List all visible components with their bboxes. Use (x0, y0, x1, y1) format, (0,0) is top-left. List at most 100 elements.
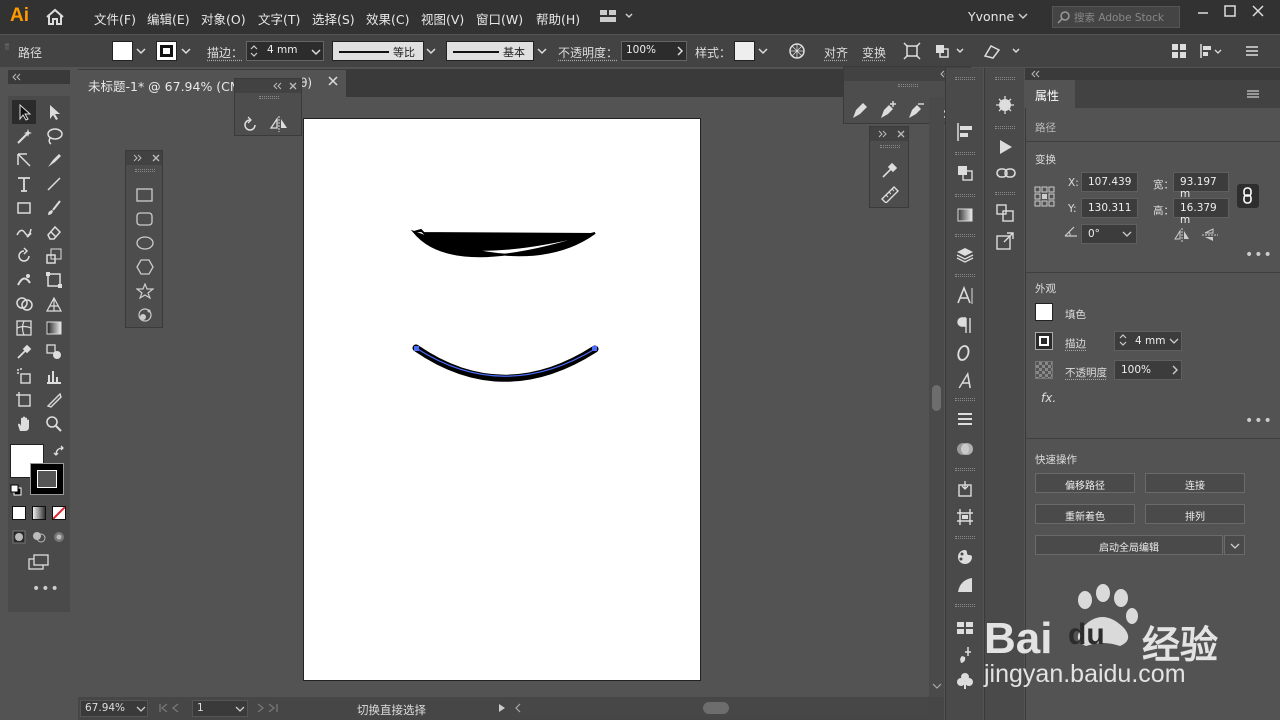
star-tool-icon[interactable] (136, 283, 154, 299)
constrain-proportions-icon[interactable] (1237, 184, 1259, 208)
maximize-icon[interactable] (1220, 2, 1240, 22)
chevron-down-icon[interactable] (136, 46, 146, 56)
character-icon[interactable] (956, 286, 974, 306)
flip-horizontal-icon[interactable] (1174, 228, 1190, 242)
join-button[interactable]: 连接 (1145, 473, 1245, 493)
shaper-tool-icon[interactable] (12, 220, 36, 244)
more-options-icon[interactable]: ••• (1245, 247, 1273, 263)
blend-tool-icon[interactable] (42, 340, 66, 364)
curvature-tool-icon[interactable] (42, 148, 66, 172)
anchor-point[interactable] (414, 346, 419, 351)
opacity-label[interactable]: 不透明度 (1065, 365, 1107, 380)
opacity-field[interactable]: 100% (1114, 360, 1182, 380)
pathfinder-icon[interactable] (956, 164, 974, 182)
arrange-icon[interactable] (933, 42, 967, 60)
artboards-panel-icon[interactable] (956, 508, 974, 526)
recolor-artwork-icon[interactable] (788, 42, 806, 60)
rotate-tool-icon[interactable] (12, 244, 36, 268)
transform-panel-icon[interactable] (996, 204, 1014, 222)
draw-inside-icon[interactable] (52, 530, 66, 544)
opentype-icon[interactable] (956, 344, 974, 362)
actions-play-icon[interactable] (996, 138, 1014, 156)
menu-type[interactable]: 文字(T) (258, 9, 300, 28)
panel-menu-icon[interactable] (1244, 42, 1260, 60)
x-field[interactable]: 107.439 (1081, 172, 1138, 192)
pen-tool-icon[interactable] (850, 101, 870, 119)
stroke-weight-field[interactable]: 4 mm (246, 41, 324, 61)
rotate-icon[interactable] (241, 115, 259, 133)
variable-width-profile[interactable]: 等比 (332, 41, 424, 61)
status-menu-arrow-icon[interactable] (497, 703, 507, 713)
angle-field[interactable]: 0° (1081, 224, 1137, 244)
column-graph-tool-icon[interactable] (42, 364, 66, 388)
rounded-rectangle-tool-icon[interactable] (136, 211, 154, 227)
paintbrush-tool-icon[interactable] (42, 196, 66, 220)
close-icon[interactable] (1248, 2, 1268, 22)
menu-file[interactable]: 文件(F) (94, 9, 136, 28)
scale-tool-icon[interactable] (42, 244, 66, 268)
brush-definition[interactable]: 基本 (446, 41, 534, 61)
tab-properties[interactable]: 属性 (1025, 80, 1075, 108)
first-artboard-icon[interactable] (158, 703, 188, 713)
vertical-scrollbar[interactable] (929, 97, 944, 697)
delete-anchor-point-icon[interactable] (906, 101, 926, 119)
workspace-switcher-icon[interactable] (598, 7, 638, 25)
arrange-button[interactable]: 排列 (1145, 504, 1245, 524)
flip-vertical-icon[interactable] (1202, 228, 1218, 242)
opacity-label[interactable]: 不透明度： (558, 44, 618, 61)
color-guide-icon[interactable] (956, 548, 974, 566)
menu-object[interactable]: 对象(O) (201, 9, 246, 28)
glyphs-icon[interactable] (956, 372, 974, 390)
menu-view[interactable]: 视图(V) (421, 9, 464, 28)
lasso-tool-icon[interactable] (42, 124, 66, 148)
anchor-point[interactable] (592, 346, 597, 351)
align-link[interactable]: 对齐 (824, 44, 848, 61)
draw-behind-icon[interactable] (32, 530, 46, 544)
zoom-field[interactable]: 67.94% (80, 700, 148, 717)
magic-wand-tool-icon[interactable] (12, 124, 36, 148)
perspective-grid-tool-icon[interactable] (42, 292, 66, 316)
toolbar-header[interactable] (8, 70, 70, 84)
envelope-distort-icon[interactable] (983, 42, 1023, 60)
chevron-down-icon[interactable] (426, 46, 436, 56)
menu-effect[interactable]: 效果(C) (366, 9, 409, 28)
add-anchor-point-icon[interactable] (878, 101, 898, 119)
links-icon[interactable] (996, 166, 1016, 180)
symbol-sprayer-tool-icon[interactable] (12, 364, 36, 388)
rectangle-tool-icon[interactable] (12, 196, 36, 220)
transparency-icon[interactable] (956, 440, 974, 458)
distribute-icon[interactable] (1198, 42, 1222, 60)
hand-tool-icon[interactable] (12, 412, 36, 436)
selection-tool-icon[interactable] (12, 100, 36, 124)
appearance-icon[interactable] (996, 96, 1014, 114)
chevron-down-icon[interactable] (1018, 11, 1028, 21)
rectangle-tool-icon[interactable] (136, 187, 154, 203)
menu-window[interactable]: 窗口(W) (476, 9, 523, 28)
line-tool-icon[interactable] (42, 172, 66, 196)
eraser-tool-icon[interactable] (42, 220, 66, 244)
width-field[interactable]: 93.197 m (1173, 172, 1229, 200)
mesh-tool-icon[interactable] (12, 316, 36, 340)
recolor-button[interactable]: 重新着色 (1035, 504, 1135, 524)
y-field[interactable]: 130.311 (1081, 198, 1138, 218)
flare-tool-icon[interactable] (136, 307, 154, 323)
height-field[interactable]: 16.379 m (1173, 198, 1229, 226)
color-mode-icon[interactable] (12, 506, 26, 520)
eyedropper-tool-icon[interactable] (880, 161, 900, 179)
brushes-icon[interactable] (956, 646, 974, 664)
color-panel-icon[interactable] (956, 576, 974, 594)
layers-icon[interactable] (956, 246, 974, 264)
none-mode-icon[interactable] (52, 506, 66, 520)
measure-tool-icon[interactable] (880, 185, 900, 203)
swatches-icon[interactable] (956, 620, 974, 636)
polygon-tool-icon[interactable] (136, 259, 154, 275)
default-colors-icon[interactable] (10, 484, 22, 496)
control-bar-grip[interactable] (5, 43, 9, 50)
chevron-down-icon[interactable] (758, 46, 768, 56)
menu-help[interactable]: 帮助(H) (536, 9, 580, 28)
stroke-label[interactable]: 描边： (207, 44, 243, 61)
gradient-panel-icon[interactable] (956, 206, 974, 224)
stroke-swatch[interactable] (156, 41, 177, 61)
direct-selection-tool-icon[interactable] (42, 100, 66, 124)
paragraph-icon[interactable] (956, 316, 974, 334)
